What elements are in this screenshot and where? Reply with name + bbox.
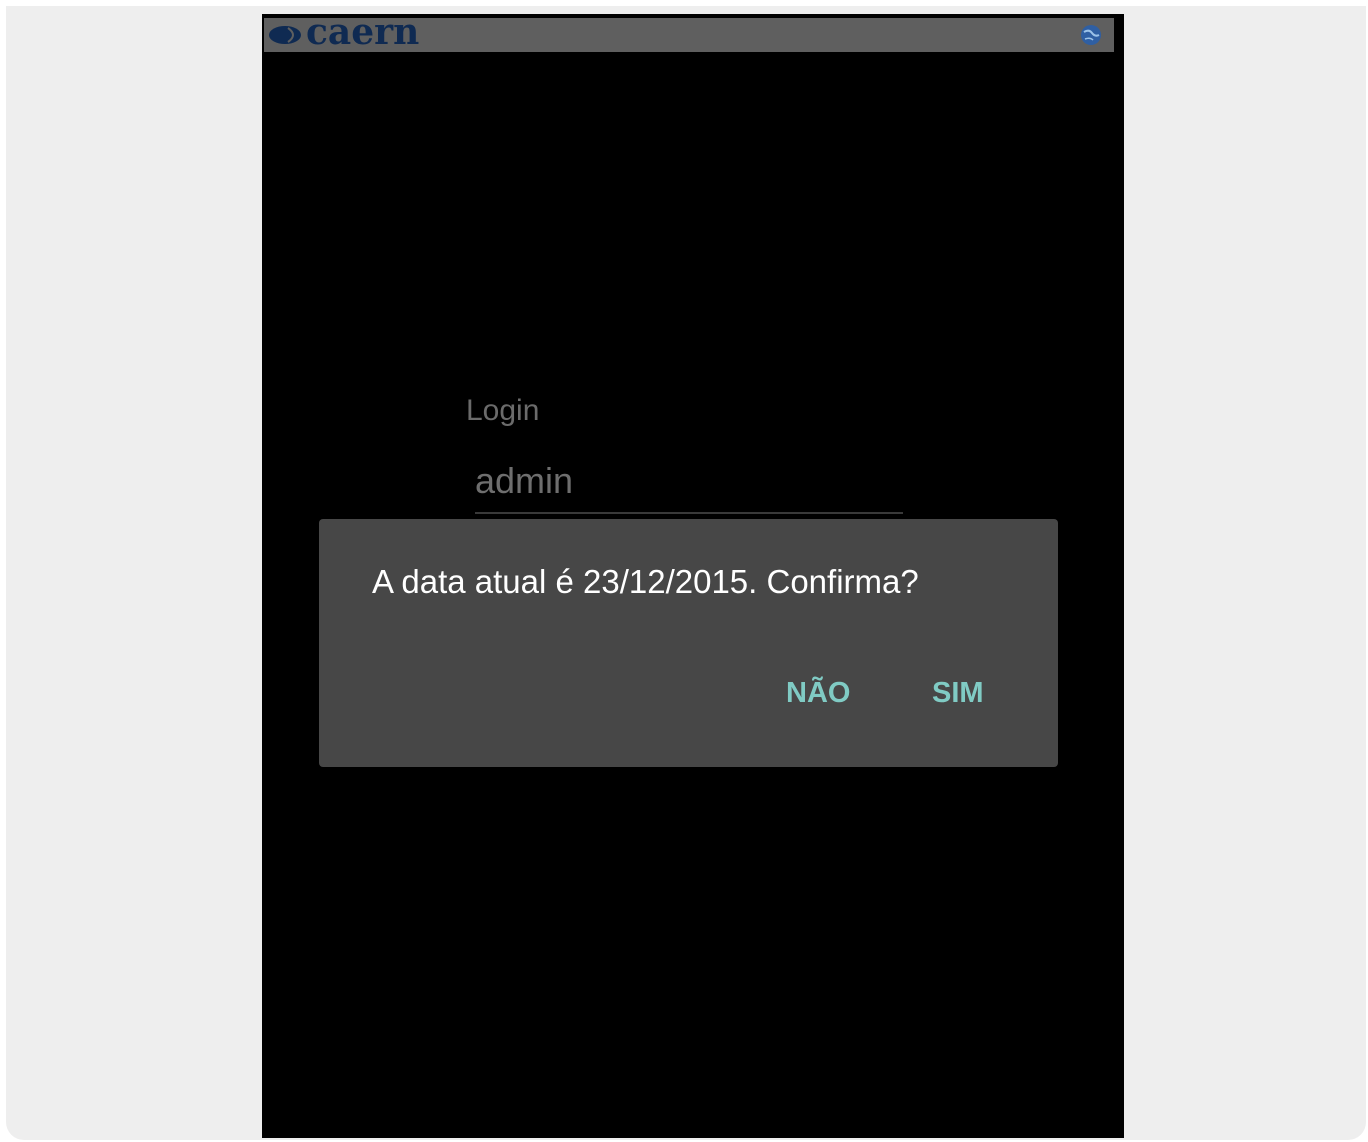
confirm-date-dialog: A data atual é 23/12/2015. Confirma? NÃO… (319, 519, 1058, 767)
app-bar: caern (264, 14, 1114, 53)
yes-button[interactable]: SIM (926, 673, 990, 714)
no-button[interactable]: NÃO (780, 673, 856, 714)
globe-icon[interactable] (1080, 24, 1102, 46)
login-input[interactable] (475, 450, 903, 514)
caern-logo-mark-icon (269, 26, 301, 44)
screenshot-frame: caern Login A data atual é 23/12/2015. C… (6, 6, 1366, 1140)
login-label: Login (466, 394, 540, 427)
dialog-message: A data atual é 23/12/2015. Confirma? (372, 563, 919, 600)
caern-logo: caern (268, 14, 420, 53)
logo-text: caern (306, 14, 420, 53)
